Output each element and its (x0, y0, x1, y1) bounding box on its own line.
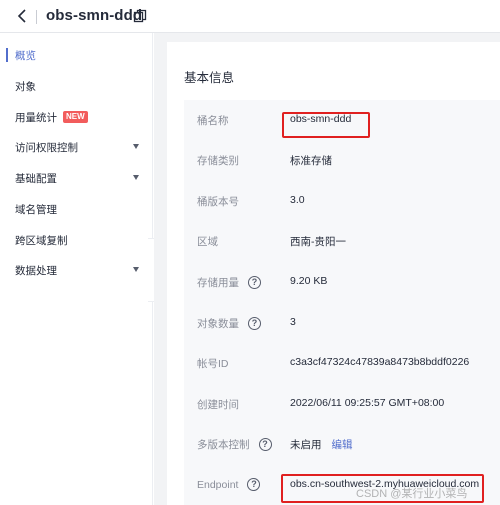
help-icon[interactable]: ? (248, 276, 261, 289)
section-title: 基本信息 (184, 71, 235, 85)
sidebar-item-domain-management[interactable]: 域名管理 (0, 195, 153, 223)
caret-down-icon (133, 144, 139, 149)
main-content: 基本信息 桶名称 obs-smn-ddd 存储类别 标准存储 桶版本号 3.0 … (154, 33, 500, 505)
field-row-storage-class: 存储类别 标准存储 (184, 140, 500, 180)
sidebar-item-label: 基础配置 (15, 172, 57, 185)
field-row-object-count: 对象数量? 3 (184, 303, 500, 343)
sidebar-item-label: 概览 (15, 49, 36, 62)
sidebar-item-label: 访问权限控制 (15, 141, 78, 154)
field-label: 帐号ID (197, 358, 229, 370)
field-label: 桶名称 (197, 115, 229, 127)
title-divider (36, 10, 37, 24)
chevron-left-icon (17, 9, 26, 23)
field-value: obs-smn-ddd (290, 113, 352, 125)
field-value: 标准存储 (290, 155, 332, 167)
sidebar-item-overview[interactable]: 概览 (0, 41, 153, 69)
sidebar-item-label: 用量统计 (15, 111, 57, 124)
field-value: 西南-贵阳一 (290, 236, 346, 248)
sidebar-item-cross-region-replication[interactable]: 跨区域复制 (0, 226, 153, 254)
field-row-created-time: 创建时间 2022/06/11 09:25:57 GMT+08:00 (184, 384, 500, 424)
field-label: 对象数量? (197, 316, 261, 331)
field-label: 区域 (197, 236, 218, 248)
help-icon[interactable]: ? (248, 317, 261, 330)
field-label: 桶版本号 (197, 196, 239, 208)
field-label: 存储类别 (197, 155, 239, 167)
field-value: c3a3cf47324c47839a8473b8bddf0226 (290, 356, 470, 368)
field-row-bucket-version: 桶版本号 3.0 (184, 181, 500, 221)
field-label: 存储用量? (197, 275, 261, 290)
sidebar-item-objects[interactable]: 对象 (0, 72, 153, 100)
field-row-account-id: 帐号ID c3a3cf47324c47839a8473b8bddf0226 (184, 343, 500, 383)
field-label: Endpoint? (197, 478, 261, 491)
sidebar-item-label: 对象 (15, 80, 36, 93)
watermark: CSDN @某行业小菜鸟 (356, 488, 468, 500)
sidebar-item-label: 跨区域复制 (15, 234, 68, 247)
copy-icon[interactable] (133, 9, 147, 23)
back-button[interactable] (12, 4, 32, 28)
help-icon[interactable]: ? (258, 438, 272, 451)
field-row-versioning: 多版本控制? 未启用 编辑 (184, 424, 500, 464)
sidebar-item-usage-stats[interactable]: 用量统计 NEW (0, 103, 153, 131)
field-row-bucket-name: 桶名称 obs-smn-ddd (184, 100, 500, 140)
field-row-region: 区域 西南-贵阳一 (184, 221, 500, 261)
field-row-storage-usage: 存储用量? 9.20 KB (184, 262, 500, 302)
top-bar: obs-smn-ddd (0, 0, 500, 33)
field-label: 多版本控制? (197, 437, 272, 452)
help-icon[interactable]: ? (247, 478, 261, 491)
sidebar-item-access-control[interactable]: 访问权限控制 (0, 133, 153, 161)
info-panel: 桶名称 obs-smn-ddd 存储类别 标准存储 桶版本号 3.0 区域 西南… (184, 100, 500, 505)
field-value: 2022/06/11 09:25:57 GMT+08:00 (290, 397, 445, 409)
basic-info-card: 基本信息 桶名称 obs-smn-ddd 存储类别 标准存储 桶版本号 3.0 … (167, 42, 500, 505)
sidebar-item-label: 域名管理 (15, 203, 57, 216)
new-badge: NEW (63, 111, 88, 123)
field-value: 3 (290, 316, 296, 328)
sidebar-item-data-processing[interactable]: 数据处理 (0, 256, 153, 284)
field-value: 未启用 编辑 (290, 439, 353, 451)
bucket-name-title: obs-smn-ddd (46, 7, 143, 24)
sidebar-item-label: 数据处理 (15, 264, 57, 277)
caret-down-icon (133, 267, 139, 272)
field-value: 3.0 (290, 194, 305, 206)
edit-link[interactable]: 编辑 (332, 439, 353, 451)
sidebar: 概览 对象 用量统计 NEW 访问权限控制 基础配置 域名管理 跨区域复制 数据… (0, 33, 153, 505)
sidebar-item-basic-config[interactable]: 基础配置 (0, 164, 153, 192)
field-label: 创建时间 (197, 399, 239, 411)
caret-down-icon (133, 175, 139, 180)
field-value: 9.20 KB (290, 275, 328, 287)
